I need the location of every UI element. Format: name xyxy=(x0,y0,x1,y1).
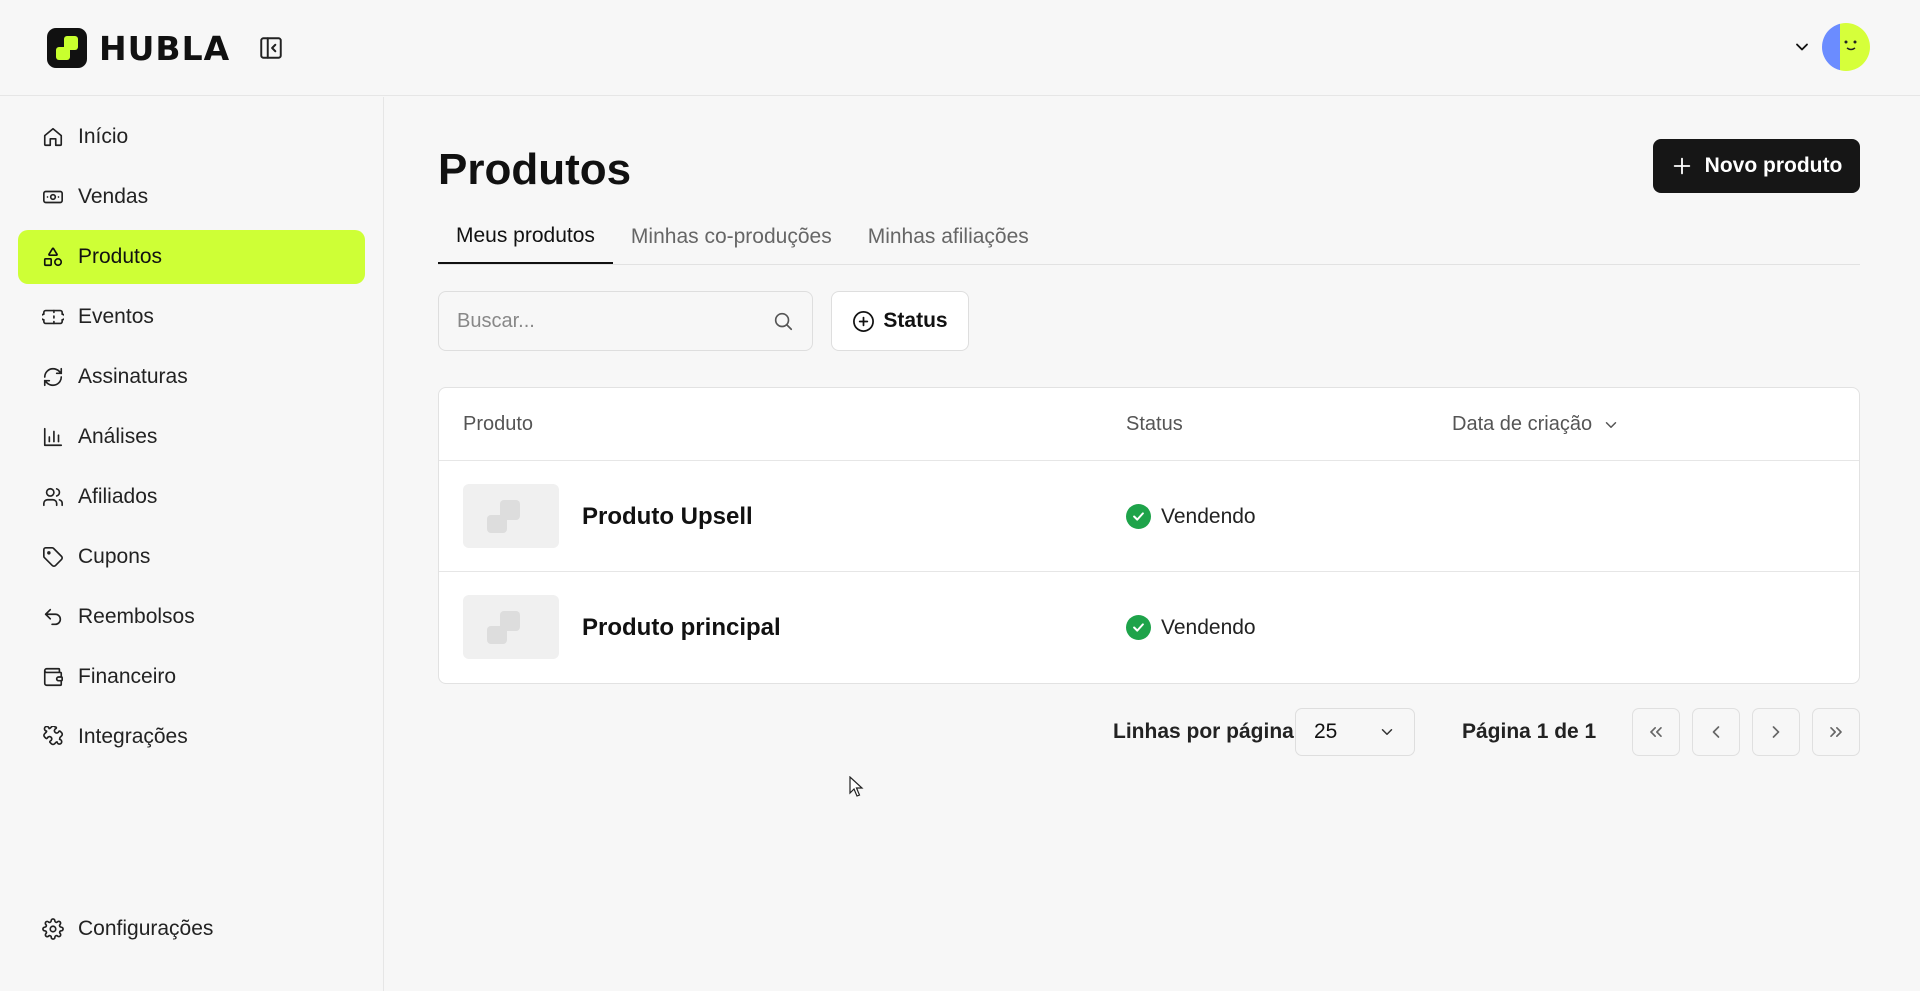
sidebar-bottom: Configurações xyxy=(18,902,365,962)
previous-page-button[interactable] xyxy=(1692,708,1740,756)
product-name[interactable]: Produto principal xyxy=(582,572,781,683)
last-page-button[interactable] xyxy=(1812,708,1860,756)
shapes-icon xyxy=(43,247,63,267)
sidebar-item-label: Integrações xyxy=(78,725,188,748)
tab-minhas-afiliacoes[interactable]: Minhas afiliações xyxy=(850,209,1047,264)
search-box xyxy=(438,291,813,351)
check-circle-icon xyxy=(1126,615,1151,640)
table-row[interactable]: Produto principal Vendendo xyxy=(439,572,1859,683)
sidebar-item-label: Cupons xyxy=(78,545,151,568)
sidebar-item-label: Início xyxy=(78,125,129,148)
status-filter-button[interactable]: Status xyxy=(831,291,969,351)
users-icon xyxy=(43,487,63,507)
status-text: Vendendo xyxy=(1161,504,1256,528)
sidebar-item-label: Afiliados xyxy=(78,485,158,508)
main-content: Produtos Novo produto Meus produtos Minh… xyxy=(385,97,1920,991)
page-info: Página 1 de 1 xyxy=(1462,720,1597,743)
mouse-cursor-icon xyxy=(849,775,865,803)
pagination: Linhas por página 25 Página 1 de 1 xyxy=(385,708,1860,756)
refresh-icon xyxy=(43,367,63,387)
product-thumbnail xyxy=(463,484,559,548)
plus-icon xyxy=(1673,157,1690,175)
plus-circle-icon xyxy=(853,310,875,332)
sidebar-item-vendas[interactable]: Vendas xyxy=(18,170,365,224)
first-page-button[interactable] xyxy=(1632,708,1680,756)
rows-per-page-select[interactable]: 25 xyxy=(1295,708,1415,756)
sidebar-item-label: Eventos xyxy=(78,305,154,328)
sidebar-collapse-icon[interactable] xyxy=(256,33,286,63)
sidebar-item-label: Produtos xyxy=(78,245,163,268)
new-product-button[interactable]: Novo produto xyxy=(1653,139,1860,193)
money-icon xyxy=(43,190,63,204)
status-badge: Vendendo xyxy=(1126,572,1256,683)
product-tabs: Meus produtos Minhas co-produções Minhas… xyxy=(438,209,1860,265)
new-product-label: Novo produto xyxy=(1704,154,1843,177)
avatar[interactable] xyxy=(1822,23,1870,71)
rows-per-page-label: Linhas por página xyxy=(1113,720,1294,743)
tab-minhas-co-producoes[interactable]: Minhas co-produções xyxy=(613,209,850,264)
check-circle-icon xyxy=(1126,504,1151,529)
wallet-icon xyxy=(43,667,63,687)
ticket-icon xyxy=(42,309,64,325)
gear-icon xyxy=(42,918,64,940)
sidebar-item-label: Configurações xyxy=(78,917,214,940)
column-header-data-criacao[interactable]: Data de criação xyxy=(1452,388,1620,461)
sidebar-item-configuracoes[interactable]: Configurações xyxy=(18,902,365,956)
bar-chart-icon xyxy=(43,427,63,447)
top-bar: HUBLA xyxy=(0,0,1920,96)
sidebar-item-integracoes[interactable]: Integrações xyxy=(18,710,365,764)
sidebar-item-afiliados[interactable]: Afiliados xyxy=(18,470,365,524)
product-name[interactable]: Produto Upsell xyxy=(582,461,753,572)
chevrons-left-icon xyxy=(1650,727,1662,737)
sidebar-item-produtos[interactable]: Produtos xyxy=(18,230,365,284)
hubla-logo-icon xyxy=(47,28,87,68)
sidebar-nav: Início Vendas Produtos Eventos Assinatur… xyxy=(18,110,365,770)
search-icon[interactable] xyxy=(772,310,794,332)
tab-meus-produtos[interactable]: Meus produtos xyxy=(438,209,613,264)
status-badge: Vendendo xyxy=(1126,461,1256,572)
chevrons-right-icon xyxy=(1830,727,1842,737)
rows-per-page-value: 25 xyxy=(1314,720,1338,743)
product-thumbnail xyxy=(463,595,559,659)
tag-icon xyxy=(43,547,63,567)
sidebar-item-cupons[interactable]: Cupons xyxy=(18,530,365,584)
chevron-left-icon xyxy=(1712,726,1720,738)
brand-name: HUBLA xyxy=(99,28,231,68)
sidebar-item-analises[interactable]: Análises xyxy=(18,410,365,464)
sidebar-item-inicio[interactable]: Início xyxy=(18,110,365,164)
chevron-right-icon xyxy=(1772,726,1780,738)
sidebar-item-reembolsos[interactable]: Reembolsos xyxy=(18,590,365,644)
chevron-down-icon xyxy=(1605,421,1617,428)
home-icon xyxy=(43,127,63,147)
sidebar-item-financeiro[interactable]: Financeiro xyxy=(18,650,365,704)
sidebar: Início Vendas Produtos Eventos Assinatur… xyxy=(0,97,384,991)
sidebar-item-assinaturas[interactable]: Assinaturas xyxy=(18,350,365,404)
puzzle-icon xyxy=(43,726,64,746)
sidebar-item-label: Assinaturas xyxy=(78,365,188,388)
sidebar-item-label: Análises xyxy=(78,425,158,448)
chevron-down-icon xyxy=(1381,729,1393,735)
sidebar-item-label: Financeiro xyxy=(78,665,177,688)
column-header-label: Data de criação xyxy=(1452,413,1593,435)
page-title: Produtos xyxy=(438,145,632,194)
sidebar-item-eventos[interactable]: Eventos xyxy=(18,290,365,344)
status-filter-label: Status xyxy=(883,309,948,332)
chevron-down-icon[interactable] xyxy=(1792,37,1812,57)
table-header: Produto Status Data de criação xyxy=(439,388,1859,461)
user-menu[interactable] xyxy=(1792,23,1870,71)
status-text: Vendendo xyxy=(1161,615,1256,639)
search-input[interactable] xyxy=(457,309,772,333)
column-header-produto: Produto xyxy=(463,413,534,435)
undo-icon xyxy=(44,608,62,626)
next-page-button[interactable] xyxy=(1752,708,1800,756)
column-header-status: Status xyxy=(1126,413,1183,435)
sidebar-item-label: Reembolsos xyxy=(78,605,195,628)
hubla-logo[interactable]: HUBLA xyxy=(47,28,230,68)
products-table: Produto Status Data de criação Produto U… xyxy=(438,387,1860,684)
table-row[interactable]: Produto Upsell Vendendo xyxy=(439,461,1859,572)
sidebar-item-label: Vendas xyxy=(78,185,149,208)
